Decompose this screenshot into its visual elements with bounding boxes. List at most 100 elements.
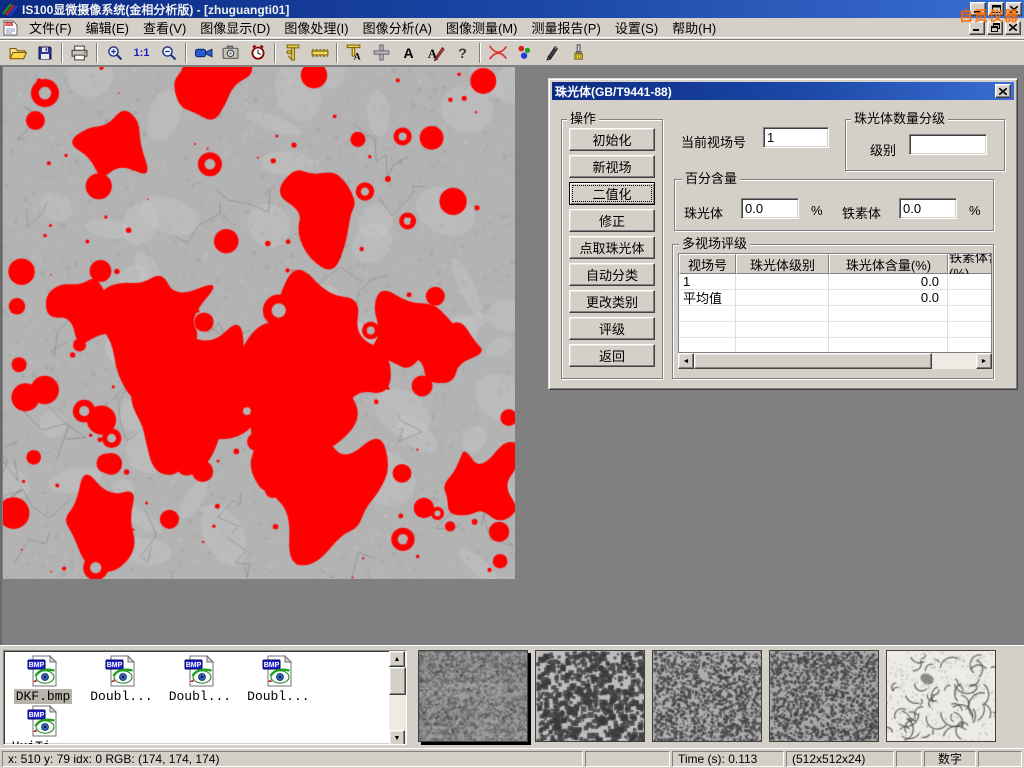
menu-measure-report[interactable]: 测量报告(P) — [524, 16, 607, 39]
minimize-button[interactable] — [970, 2, 986, 16]
rating-table[interactable]: 视场号 珠光体级别 珠光体含量(%) 铁素体含量(%) 1 0.0 平均值 0.… — [678, 253, 992, 353]
phase-analysis-button[interactable] — [511, 41, 538, 65]
thumbnail-3[interactable] — [652, 650, 762, 742]
menu-settings[interactable]: 设置(S) — [608, 16, 665, 39]
file-name[interactable]: Doubl... — [88, 689, 154, 704]
file-item[interactable]: Doubl... — [163, 655, 237, 705]
save-button[interactable] — [31, 41, 58, 65]
init-button[interactable]: 初始化 — [569, 128, 655, 151]
timer-button[interactable] — [244, 41, 271, 65]
mdi-restore-button[interactable] — [987, 21, 1003, 35]
file-name[interactable]: HuiTi... — [10, 739, 76, 745]
change-class-button[interactable]: 更改类别 — [569, 290, 655, 313]
scroll-left-button[interactable]: ◄ — [678, 353, 694, 369]
return-button[interactable]: 返回 — [569, 344, 655, 367]
pearlite-percent-label: 珠光体 — [684, 203, 723, 222]
camera-capture-button[interactable] — [217, 41, 244, 65]
toolbar-separator — [61, 43, 63, 63]
menu-edit[interactable]: 编辑(E) — [79, 16, 136, 39]
thumbnail-1[interactable] — [418, 650, 528, 742]
maximize-icon — [992, 5, 1001, 13]
menu-image-measure[interactable]: 图像测量(M) — [439, 16, 525, 39]
pearlite-percent-input[interactable] — [741, 198, 799, 219]
close-icon — [1010, 6, 1018, 13]
ruler-icon — [311, 46, 329, 60]
column-header[interactable]: 视场号 — [679, 254, 736, 274]
table-row[interactable]: 1 0.0 — [679, 274, 992, 290]
scroll-right-button[interactable]: ► — [976, 353, 992, 369]
table-row[interactable]: 平均值 0.0 — [679, 290, 992, 306]
menu-file[interactable]: 文件(F) — [22, 16, 79, 39]
file-item[interactable]: Doubl... — [241, 655, 315, 705]
correct-button[interactable]: 修正 — [569, 209, 655, 232]
table-row-empty — [679, 322, 992, 338]
file-item[interactable]: HuiTi... — [6, 705, 80, 745]
brush-tool-button[interactable] — [565, 41, 592, 65]
zoom-in-button[interactable] — [101, 41, 128, 65]
zoom-out-button[interactable] — [155, 41, 182, 65]
calibration-curve-button[interactable] — [484, 41, 511, 65]
current-field-label: 当前视场号 — [681, 132, 746, 151]
cell-ferrite-pct — [948, 274, 992, 290]
help-button[interactable]: ? — [449, 41, 476, 65]
video-capture-button[interactable] — [190, 41, 217, 65]
ferrite-percent-input[interactable] — [899, 198, 957, 219]
edit-annotation-button[interactable]: A — [422, 41, 449, 65]
document-icon[interactable]: DOC — [3, 20, 18, 36]
mdi-close-button[interactable] — [1005, 21, 1021, 35]
new-field-button[interactable]: 新视场 — [569, 155, 655, 178]
open-button[interactable] — [4, 41, 31, 65]
text-measure-button[interactable]: A — [341, 41, 368, 65]
menu-image-analysis[interactable]: 图像分析(A) — [356, 16, 439, 39]
scrollbar-track[interactable] — [389, 695, 406, 730]
mdi-minimize-button[interactable] — [969, 21, 985, 35]
scroll-up-button[interactable]: ▲ — [389, 651, 405, 667]
ferrite-percent-label: 铁素体 — [842, 203, 881, 222]
mdi-window-controls — [967, 21, 1021, 35]
micrograph-image[interactable] — [3, 67, 515, 579]
file-name[interactable]: Doubl... — [245, 689, 311, 704]
table-horizontal-scrollbar[interactable]: ◄ ► — [678, 353, 992, 369]
scrollbar-thumb[interactable] — [694, 353, 932, 369]
ruler-measure-button[interactable] — [306, 41, 333, 65]
maximize-button[interactable] — [988, 2, 1004, 16]
grade-level-input[interactable] — [909, 134, 987, 155]
actual-size-button[interactable]: 1:1 — [128, 41, 155, 65]
file-item[interactable]: DKF.bmp — [6, 655, 80, 705]
pen-tool-button[interactable] — [538, 41, 565, 65]
column-header[interactable]: 珠光体级别 — [736, 254, 829, 274]
dialog-title-bar[interactable]: 珠光体(GB/T9441-88) — [552, 82, 1014, 100]
scrollbar-track[interactable] — [932, 353, 976, 369]
cell-pearlite-pct: 0.0 — [829, 274, 948, 290]
print-button[interactable] — [66, 41, 93, 65]
current-field-input[interactable] — [763, 127, 829, 148]
scroll-down-button[interactable]: ▼ — [389, 730, 405, 745]
scrollbar-thumb[interactable] — [389, 667, 406, 695]
column-header[interactable]: 铁素体含量(%) — [948, 254, 992, 274]
menu-image-processing[interactable]: 图像处理(I) — [277, 16, 355, 39]
grid-measure-button[interactable] — [368, 41, 395, 65]
file-browser[interactable]: DKF.bmp Doubl... Doubl... Doubl... HuiTi… — [3, 650, 407, 745]
menu-view[interactable]: 查看(V) — [136, 16, 193, 39]
dialog-close-button[interactable] — [995, 84, 1011, 98]
file-name[interactable]: DKF.bmp — [14, 689, 73, 704]
menu-help[interactable]: 帮助(H) — [665, 16, 723, 39]
thumbnail-2[interactable] — [535, 650, 645, 742]
grade-button[interactable]: 评级 — [569, 317, 655, 340]
auto-classify-button[interactable]: 自动分类 — [569, 263, 655, 286]
file-name[interactable]: Doubl... — [167, 689, 233, 704]
close-button[interactable] — [1006, 2, 1022, 16]
pick-pearlite-button[interactable]: 点取珠光体 — [569, 236, 655, 259]
bmp-file-icon — [26, 655, 60, 687]
column-header[interactable]: 珠光体含量(%) — [829, 254, 948, 274]
app-icon — [2, 1, 18, 17]
window-controls — [968, 2, 1022, 16]
text-annotation-button[interactable]: A — [395, 41, 422, 65]
file-browser-scrollbar[interactable]: ▲ ▼ — [389, 651, 406, 745]
menu-image-display[interactable]: 图像显示(D) — [193, 16, 277, 39]
caliper-measure-button[interactable] — [279, 41, 306, 65]
thumbnail-5[interactable] — [886, 650, 996, 742]
thumbnail-4[interactable] — [769, 650, 879, 742]
binarize-button[interactable]: 二值化 — [569, 182, 655, 205]
file-item[interactable]: Doubl... — [84, 655, 158, 705]
